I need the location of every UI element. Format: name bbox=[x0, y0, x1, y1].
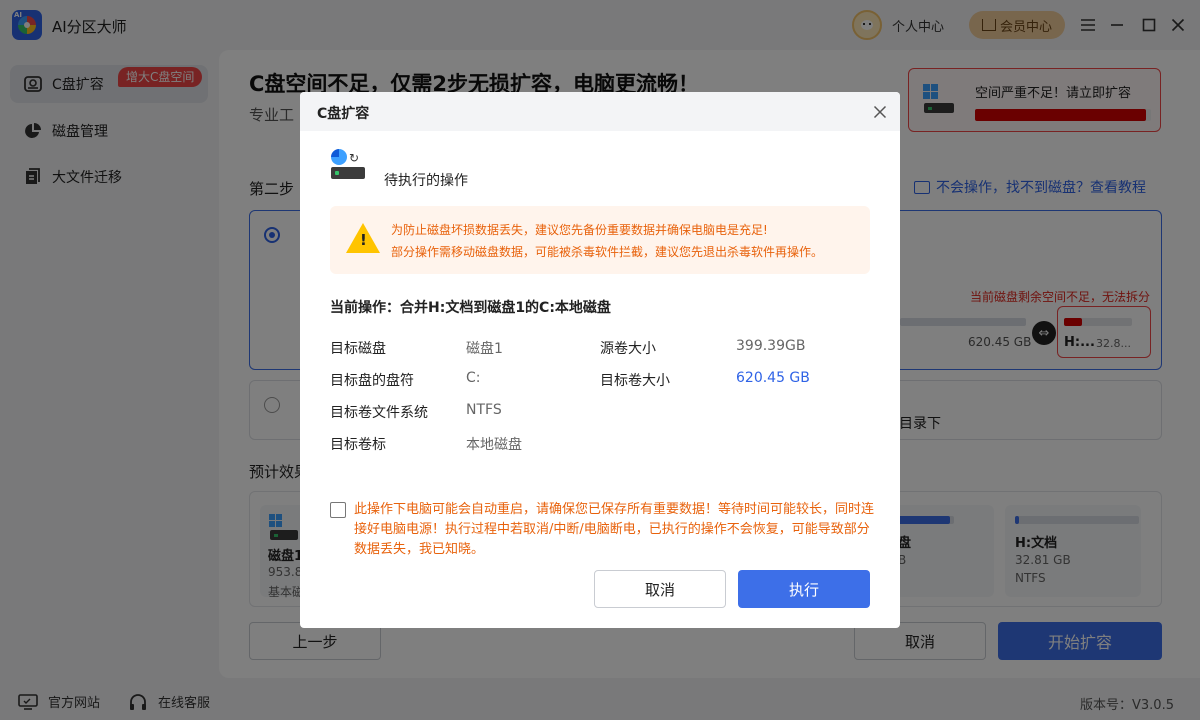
volume-label-value: 本地磁盘 bbox=[466, 437, 522, 453]
c-drive-expand-dialog: C盘扩容 ↻ 待执行的操作 ! 为防止磁盘坏损数据丢失，建议您先备份重要数据并确… bbox=[300, 92, 900, 628]
consent-checkbox[interactable] bbox=[330, 502, 346, 518]
file-system-label: 目标卷文件系统 bbox=[330, 405, 428, 421]
dialog-cancel-button[interactable]: 取消 bbox=[594, 570, 726, 608]
warning-exclamation: ! bbox=[360, 231, 367, 249]
target-disk-label: 目标磁盘 bbox=[330, 341, 386, 357]
current-operation: 当前操作：合并H:文档到磁盘1的C:本地磁盘 bbox=[330, 300, 611, 316]
target-disk-value: 磁盘1 bbox=[466, 341, 503, 357]
drive-letter-label: 目标盘的盘符 bbox=[330, 373, 414, 389]
execute-button[interactable]: 执行 bbox=[738, 570, 870, 608]
close-icon[interactable] bbox=[868, 100, 892, 124]
dialog-title: C盘扩容 bbox=[317, 106, 370, 122]
volume-label-label: 目标卷标 bbox=[330, 437, 386, 453]
drive-letter-value: C: bbox=[466, 370, 481, 386]
pending-operation-icon: ↻ bbox=[331, 149, 367, 183]
pending-operation-title: 待执行的操作 bbox=[384, 173, 468, 189]
target-size-label: 目标卷大小 bbox=[600, 373, 670, 389]
source-size-value: 399.39GB bbox=[736, 338, 806, 354]
notice-line-2: 部分操作需移动磁盘数据，可能被杀毒软件拦截，建议您先退出杀毒软件再操作。 bbox=[391, 245, 824, 259]
notice-line-1: 为防止磁盘坏损数据丢失，建议您先备份重要数据并确保电脑电是充足! bbox=[391, 223, 768, 237]
dialog-header bbox=[300, 92, 900, 131]
source-size-label: 源卷大小 bbox=[600, 341, 656, 357]
consent-text[interactable]: 此操作下电脑可能会自动重启，请确保您已保存所有重要数据！等待时间可能较长，同时连… bbox=[354, 500, 874, 560]
warning-notice: ! 为防止磁盘坏损数据丢失，建议您先备份重要数据并确保电脑电是充足! 部分操作需… bbox=[330, 206, 870, 274]
target-size-value: 620.45 GB bbox=[736, 370, 810, 386]
file-system-value: NTFS bbox=[466, 402, 502, 418]
